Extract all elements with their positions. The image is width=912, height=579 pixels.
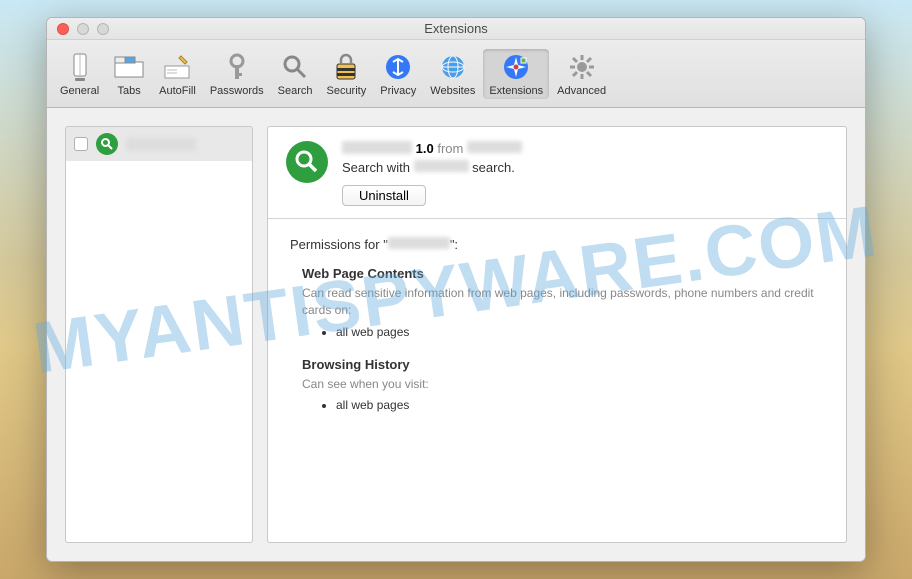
traffic-lights	[47, 23, 109, 35]
perm-title: Browsing History	[302, 357, 824, 372]
tab-websites[interactable]: Websites	[424, 49, 481, 99]
tab-autofill[interactable]: AutoFill	[153, 49, 202, 99]
search-icon	[279, 51, 311, 83]
close-window-button[interactable]	[57, 23, 69, 35]
general-icon	[64, 51, 96, 83]
tab-search[interactable]: Search	[272, 49, 319, 99]
desc-mid-redacted: ████████	[414, 160, 469, 172]
extension-detail-panel: ████████ 1.0 from ████████ Search with █…	[267, 126, 847, 543]
tab-label: Websites	[430, 85, 475, 97]
preferences-window: Extensions General Tabs AutoFill Passwor…	[46, 17, 866, 562]
extension-version: 1.0	[416, 141, 434, 156]
advanced-icon	[566, 51, 598, 83]
extensions-icon	[500, 51, 532, 83]
perm-desc: Can read sensitive information from web …	[302, 285, 824, 319]
tab-security[interactable]: Security	[320, 49, 372, 99]
desc-prefix: Search with	[342, 160, 410, 175]
tab-extensions[interactable]: Extensions	[483, 49, 549, 99]
extensions-list: ████████	[65, 126, 253, 543]
detail-header-text: ████████ 1.0 from ████████ Search with █…	[342, 141, 828, 206]
tab-label: Search	[278, 85, 313, 97]
tab-passwords[interactable]: Passwords	[204, 49, 270, 99]
content-area: ████████ ████████ 1.0 from ████████ Sear…	[47, 108, 865, 561]
tab-privacy[interactable]: Privacy	[374, 49, 422, 99]
titlebar: Extensions	[47, 18, 865, 40]
extension-title-redacted: ████████	[342, 141, 412, 154]
extension-item-icon	[96, 133, 118, 155]
tab-general[interactable]: General	[54, 49, 105, 99]
security-icon	[330, 51, 362, 83]
tab-advanced[interactable]: Advanced	[551, 49, 612, 99]
extension-author-redacted: ████████	[467, 141, 522, 153]
tab-label: Extensions	[489, 85, 543, 97]
uninstall-button[interactable]: Uninstall	[342, 185, 426, 206]
perm-header-name-redacted: ████████	[388, 237, 450, 249]
passwords-icon	[221, 51, 253, 83]
perm-title: Web Page Contents	[302, 266, 824, 281]
tab-label: Advanced	[557, 85, 606, 97]
tabs-icon	[113, 51, 145, 83]
zoom-window-button[interactable]	[97, 23, 109, 35]
permissions-header: Permissions for "████████":	[290, 237, 824, 252]
perm-item: all web pages	[336, 398, 824, 412]
websites-icon	[437, 51, 469, 83]
extension-name-redacted: ████████	[126, 138, 196, 151]
tab-label: General	[60, 85, 99, 97]
autofill-icon	[161, 51, 193, 83]
tab-label: Security	[326, 85, 366, 97]
tab-label: Tabs	[118, 85, 141, 97]
tab-tabs[interactable]: Tabs	[107, 49, 151, 99]
detail-header: ████████ 1.0 from ████████ Search with █…	[268, 127, 846, 219]
permissions-section: Permissions for "████████": Web Page Con…	[268, 219, 846, 448]
perm-header-prefix: Permissions for "	[290, 237, 388, 252]
extension-list-item[interactable]: ████████	[66, 127, 252, 161]
toolbar: General Tabs AutoFill Passwords Search	[47, 40, 865, 108]
window-title: Extensions	[47, 21, 865, 36]
perm-desc: Can see when you visit:	[302, 376, 824, 393]
from-label: from	[437, 141, 463, 156]
tab-label: Passwords	[210, 85, 264, 97]
privacy-icon	[382, 51, 414, 83]
perm-section-history: Browsing History Can see when you visit:…	[290, 357, 824, 413]
tab-label: Privacy	[380, 85, 416, 97]
perm-item: all web pages	[336, 325, 824, 339]
tab-label: AutoFill	[159, 85, 196, 97]
extension-enable-checkbox[interactable]	[74, 137, 88, 151]
perm-section-webpage: Web Page Contents Can read sensitive inf…	[290, 266, 824, 339]
minimize-window-button[interactable]	[77, 23, 89, 35]
extension-detail-icon	[286, 141, 328, 183]
